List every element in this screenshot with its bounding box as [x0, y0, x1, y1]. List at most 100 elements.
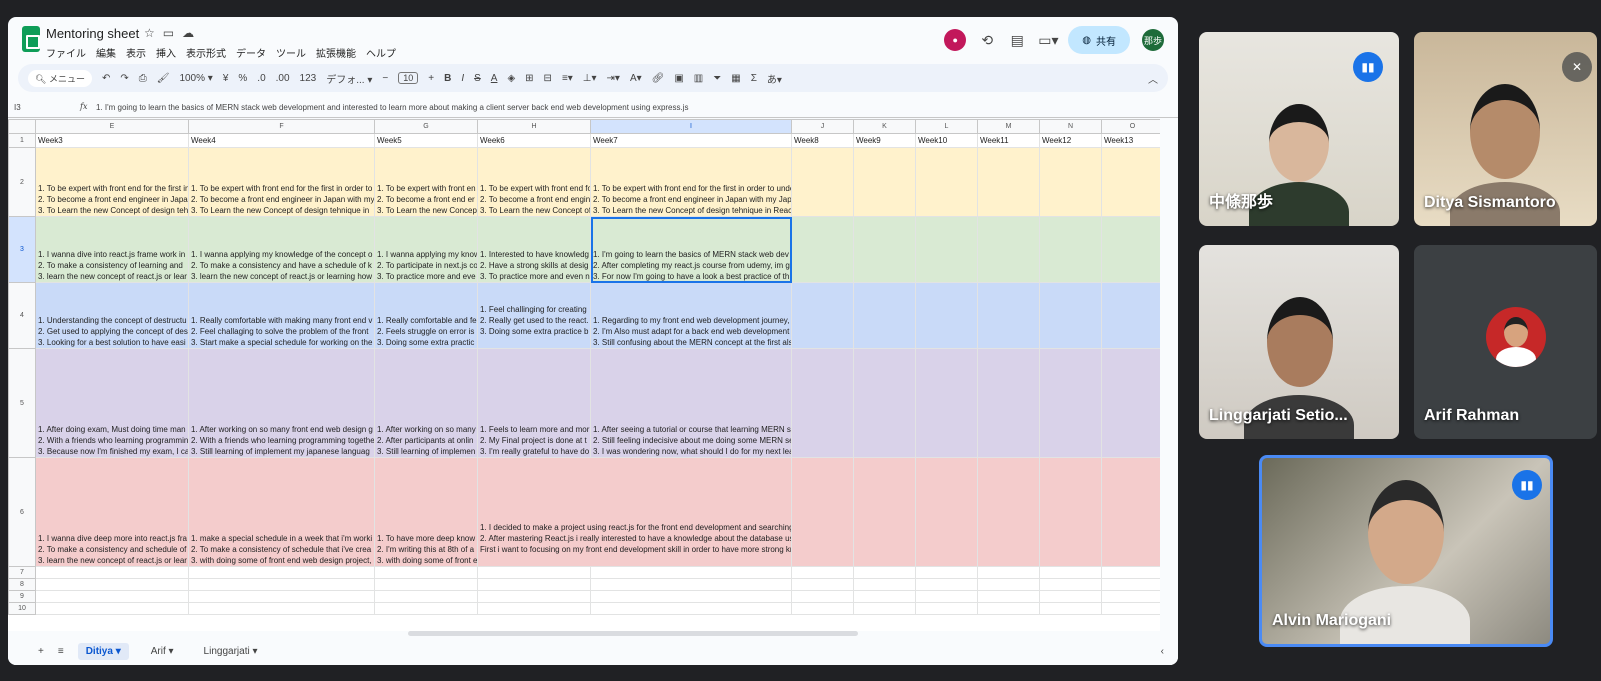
cell[interactable]: 1. I'm going to learn the basics of MERN… [590, 216, 792, 283]
cell[interactable] [977, 348, 1040, 458]
cell[interactable]: 1. To be expert with front en 2. To becom… [374, 147, 478, 217]
cell[interactable]: 1. After working on so many front end we… [188, 348, 375, 458]
cell[interactable] [915, 602, 978, 615]
cell[interactable]: 1. To be expert with front end for the f… [188, 147, 375, 217]
cell[interactable] [791, 282, 854, 349]
cell[interactable]: 1. To be expert with front end fo 2. To b… [477, 147, 591, 217]
cell[interactable] [1101, 147, 1160, 217]
cell[interactable]: 1. I wanna dive deep more into react.js … [35, 457, 189, 567]
cell[interactable] [477, 602, 591, 615]
cell[interactable] [35, 578, 189, 591]
chart-icon[interactable]: ▥ [694, 73, 703, 84]
column-header[interactable]: N [1039, 119, 1102, 134]
row-header[interactable]: 9 [8, 590, 36, 603]
cell[interactable] [188, 578, 375, 591]
cell[interactable] [915, 348, 978, 458]
row-header[interactable]: 10 [8, 602, 36, 615]
move-folder-icon[interactable]: ▭ [163, 26, 182, 40]
cell[interactable] [1101, 457, 1160, 567]
cell[interactable] [977, 566, 1040, 579]
cell[interactable]: Week8 [791, 133, 854, 148]
cell[interactable] [1101, 216, 1160, 283]
menu-extensions[interactable]: 拡張機能 [316, 45, 356, 60]
comment-icon[interactable]: ▣ [674, 73, 683, 84]
cell[interactable] [35, 602, 189, 615]
text-color-button[interactable]: A [491, 73, 498, 84]
meet-icon[interactable]: ▭▾ [1038, 32, 1058, 49]
cell[interactable] [915, 566, 978, 579]
cell[interactable] [477, 590, 591, 603]
formula-input[interactable]: 1. I'm going to learn the basics of MERN… [96, 103, 689, 112]
font-size-decrease[interactable]: − [382, 73, 388, 84]
cell[interactable]: 1. Really comfortable and fe 2. Feels str… [374, 282, 478, 349]
percent-button[interactable]: % [238, 73, 247, 84]
cell[interactable]: 1. I wanna applying my knowledge of the … [188, 216, 375, 283]
cell[interactable]: Week3 [35, 133, 189, 148]
cell[interactable]: Week13 [1101, 133, 1160, 148]
cell[interactable] [188, 590, 375, 603]
cell[interactable] [791, 348, 854, 458]
participant-tile[interactable]: ✕ Ditya Sismantoro [1414, 32, 1597, 226]
cell[interactable]: Week6 [477, 133, 591, 148]
cell[interactable]: Week7 [590, 133, 792, 148]
cell[interactable] [188, 602, 375, 615]
filter-icon[interactable]: ⏷ [713, 73, 721, 84]
cell[interactable] [977, 457, 1040, 567]
redo-icon[interactable]: ↷ [120, 73, 128, 84]
cell[interactable] [1101, 590, 1160, 603]
cell[interactable] [1039, 348, 1102, 458]
cell[interactable]: 1. Regarding to my front end web develop… [590, 282, 792, 349]
cell[interactable]: 1. To be expert with front end for the f… [590, 147, 792, 217]
menu-search[interactable]: 🔍︎ メニュー [28, 69, 92, 87]
cell[interactable]: Week9 [853, 133, 916, 148]
cell[interactable]: 1. I decided to make a project using rea… [477, 457, 792, 567]
zoom-select[interactable]: 100% ▾ [179, 73, 212, 84]
cell[interactable] [477, 566, 591, 579]
cell[interactable] [977, 282, 1040, 349]
cell[interactable] [374, 578, 478, 591]
merge-icon[interactable]: ⊟ [544, 73, 552, 84]
cell[interactable] [791, 578, 854, 591]
column-header[interactable]: L [915, 119, 978, 134]
paint-format-icon[interactable]: 🖌︎ [157, 73, 170, 84]
cell[interactable]: 1. I wanna applying my know 2. To partici… [374, 216, 478, 283]
cell[interactable] [853, 457, 916, 567]
cloud-status-icon[interactable]: ☁ [182, 26, 202, 40]
cell[interactable] [791, 602, 854, 615]
cell[interactable] [915, 216, 978, 283]
document-title[interactable]: Mentoring sheet [46, 26, 139, 41]
cell[interactable] [590, 566, 792, 579]
cell[interactable] [853, 282, 916, 349]
wrap-icon[interactable]: ⇥▾ [607, 73, 620, 84]
cell[interactable] [791, 457, 854, 567]
menu-tools[interactable]: ツール [276, 45, 306, 60]
column-header[interactable]: E [35, 119, 189, 134]
add-sheet-icon[interactable]: + [38, 646, 44, 657]
cell[interactable] [853, 348, 916, 458]
cell[interactable] [374, 566, 478, 579]
participant-tile-speaking[interactable]: ▮▮ Alvin Mariogani [1259, 455, 1553, 647]
filter-views-icon[interactable]: ▦ [731, 73, 740, 84]
row-header[interactable]: 8 [8, 578, 36, 591]
cell[interactable]: 1. After working on so many 2. After part… [374, 348, 478, 458]
cell[interactable]: Week5 [374, 133, 478, 148]
cell[interactable] [977, 216, 1040, 283]
align-icon[interactable]: ≡▾ [562, 73, 573, 84]
font-select[interactable]: デフォ... ▾ [326, 71, 372, 86]
cell[interactable]: 1. Interested to have knowledg 2. Have a … [477, 216, 591, 283]
cell[interactable] [915, 590, 978, 603]
link-icon[interactable]: 🔗︎ [652, 73, 665, 84]
collapse-toolbar-icon[interactable]: ︿ [1148, 71, 1158, 86]
cell[interactable] [35, 590, 189, 603]
column-header[interactable]: I [590, 119, 792, 134]
cell[interactable]: 1. To have more deep know 2. I'm writing … [374, 457, 478, 567]
cell[interactable]: Week10 [915, 133, 978, 148]
participant-tile[interactable]: Arif Rahman [1414, 245, 1597, 439]
column-header[interactable]: K [853, 119, 916, 134]
currency-button[interactable]: ¥ [223, 73, 229, 84]
cell[interactable] [35, 566, 189, 579]
row-header[interactable]: 5 [8, 348, 36, 458]
cell[interactable]: 1. I wanna dive into react.js frame work… [35, 216, 189, 283]
number-format-button[interactable]: 123 [300, 73, 317, 84]
cell[interactable]: 1. Really comfortable with making many f… [188, 282, 375, 349]
